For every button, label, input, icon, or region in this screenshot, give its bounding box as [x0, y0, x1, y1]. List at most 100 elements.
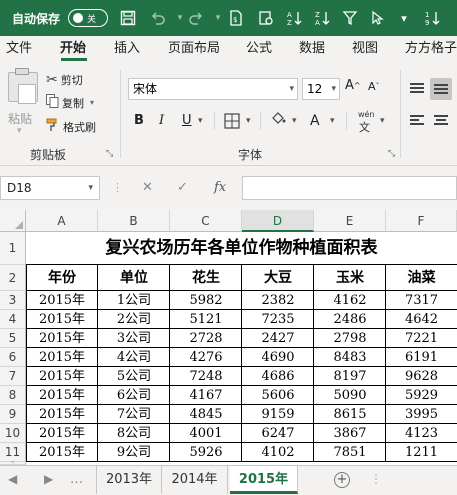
- row-header-1[interactable]: 1: [0, 232, 26, 265]
- data-cell-peanut[interactable]: 5982: [170, 291, 242, 310]
- data-cell-unit[interactable]: 8公司: [98, 424, 170, 443]
- row-header-2[interactable]: 2: [0, 265, 26, 291]
- header-cell-corn[interactable]: 玉米: [314, 265, 386, 291]
- data-cell-corn[interactable]: 8615: [314, 405, 386, 424]
- data-cell-peanut[interactable]: 2728: [170, 329, 242, 348]
- data-cell-unit[interactable]: 7公司: [98, 405, 170, 424]
- data-cell-rapeseed[interactable]: 9628: [386, 367, 457, 386]
- column-header-d[interactable]: D: [242, 210, 314, 232]
- data-cell-rapeseed[interactable]: 1211: [386, 443, 457, 462]
- enter-icon[interactable]: ✓: [177, 176, 188, 200]
- data-cell-corn[interactable]: 8197: [314, 367, 386, 386]
- tab-fangfang[interactable]: 方方格子: [405, 36, 457, 62]
- name-box[interactable]: D18 ▾: [0, 176, 100, 200]
- data-cell-peanut[interactable]: 7248: [170, 367, 242, 386]
- data-cell-soybean[interactable]: 6247: [242, 424, 314, 443]
- data-cell-peanut[interactable]: 4167: [170, 386, 242, 405]
- data-cell-soybean[interactable]: 4686: [242, 367, 314, 386]
- data-cell-rapeseed[interactable]: 5929: [386, 386, 457, 405]
- table-title[interactable]: 复兴农场历年各单位作物种植面积表: [26, 232, 457, 265]
- scroll-tabs-left-icon[interactable]: ◀: [8, 472, 17, 486]
- sheet-tab-2013[interactable]: 2013年: [96, 466, 162, 494]
- more-options-icon[interactable]: ⋮: [370, 472, 382, 486]
- cut-button[interactable]: ✂ 剪切: [46, 72, 83, 88]
- save-icon[interactable]: [116, 0, 140, 36]
- spreadsheet-grid[interactable]: A B C D E F 1 2 3 4 5 6 7 8 9 10 11 12 复…: [0, 210, 457, 465]
- data-cell-soybean[interactable]: 4690: [242, 348, 314, 367]
- filter-icon[interactable]: [338, 0, 362, 36]
- format-painter-button[interactable]: 格式刷: [46, 118, 96, 135]
- data-cell-rapeseed[interactable]: 3995: [386, 405, 457, 424]
- underline-dropdown-icon[interactable]: ▾: [198, 110, 203, 132]
- row-header-4[interactable]: 4: [0, 310, 26, 329]
- row-header-11[interactable]: 11: [0, 443, 26, 462]
- sheet-tab-2015[interactable]: 2015年: [230, 466, 298, 494]
- touch-mode-icon[interactable]: $: [224, 0, 248, 36]
- row-header-8[interactable]: 8: [0, 386, 26, 405]
- data-cell-peanut[interactable]: 4845: [170, 405, 242, 424]
- font-size-select[interactable]: 12 ▾: [302, 78, 340, 100]
- data-cell-corn[interactable]: 5090: [314, 386, 386, 405]
- increase-font-size-button[interactable]: A ^: [345, 78, 361, 93]
- more-options-icon[interactable]: ⋮: [112, 176, 123, 200]
- borders-button[interactable]: [224, 110, 240, 132]
- row-header-7[interactable]: 7: [0, 367, 26, 386]
- undo-icon[interactable]: [146, 0, 170, 36]
- phonetic-guide-button[interactable]: wén 文: [356, 110, 378, 134]
- select-all-corner[interactable]: [0, 210, 26, 232]
- row-header-10[interactable]: 10: [0, 424, 26, 443]
- tab-view[interactable]: 视图: [352, 36, 378, 62]
- column-header-e[interactable]: E: [314, 210, 386, 232]
- header-cell-unit[interactable]: 单位: [98, 265, 170, 291]
- data-cell-corn[interactable]: 3867: [314, 424, 386, 443]
- data-cell-peanut[interactable]: 5926: [170, 443, 242, 462]
- insert-function-button[interactable]: fx: [214, 176, 226, 200]
- data-cell-soybean[interactable]: 2427: [242, 329, 314, 348]
- row-header-3[interactable]: 3: [0, 291, 26, 310]
- paste-button[interactable]: 粘贴 ▾: [0, 62, 42, 136]
- row-header-5[interactable]: 5: [0, 329, 26, 348]
- tab-file[interactable]: 文件: [6, 36, 32, 62]
- data-cell-corn[interactable]: 8483: [314, 348, 386, 367]
- sheet-tab-2014[interactable]: 2014年: [162, 466, 228, 494]
- data-cell-soybean[interactable]: 9159: [242, 405, 314, 424]
- scroll-tabs-right-icon[interactable]: ▶: [44, 472, 53, 486]
- add-sheet-button[interactable]: +: [334, 472, 350, 488]
- tab-data[interactable]: 数据: [299, 36, 325, 62]
- data-cell-year[interactable]: 2015年: [26, 291, 98, 310]
- data-cell-rapeseed[interactable]: 6191: [386, 348, 457, 367]
- data-cell-year[interactable]: 2015年: [26, 424, 98, 443]
- sort-az-icon[interactable]: AZ: [282, 0, 306, 36]
- align-center-button[interactable]: [430, 110, 452, 132]
- fill-color-dropdown-icon[interactable]: ▾: [292, 110, 297, 132]
- font-color-dropdown-icon[interactable]: ▾: [330, 110, 335, 132]
- data-cell-peanut[interactable]: 5121: [170, 310, 242, 329]
- column-header-c[interactable]: C: [170, 210, 242, 232]
- data-cell-unit[interactable]: 5公司: [98, 367, 170, 386]
- phonetic-dropdown-icon[interactable]: ▾: [380, 110, 385, 132]
- cancel-icon[interactable]: ✕: [142, 176, 153, 200]
- data-cell-rapeseed[interactable]: 4123: [386, 424, 457, 443]
- align-middle-button[interactable]: [430, 78, 452, 100]
- font-color-button[interactable]: A: [310, 110, 320, 132]
- data-cell-unit[interactable]: 1公司: [98, 291, 170, 310]
- data-cell-soybean[interactable]: 4102: [242, 443, 314, 462]
- header-cell-year[interactable]: 年份: [26, 265, 98, 291]
- italic-button[interactable]: I: [159, 110, 164, 132]
- clipboard-launcher-icon[interactable]: ⤡: [106, 149, 113, 159]
- column-header-f[interactable]: F: [386, 210, 457, 232]
- data-cell-corn[interactable]: 2798: [314, 329, 386, 348]
- data-cell-year[interactable]: 2015年: [26, 443, 98, 462]
- decrease-font-size-button[interactable]: Aˇ: [368, 80, 380, 93]
- sort-za-icon[interactable]: ZA: [310, 0, 334, 36]
- tab-page-layout[interactable]: 页面布局: [168, 36, 220, 62]
- customize-toolbar-icon[interactable]: ▾: [392, 0, 416, 36]
- font-name-select[interactable]: 宋体 ▾: [128, 78, 298, 100]
- data-cell-year[interactable]: 2015年: [26, 329, 98, 348]
- data-cell-rapeseed[interactable]: 7317: [386, 291, 457, 310]
- data-cell-unit[interactable]: 4公司: [98, 348, 170, 367]
- tab-overflow-icon[interactable]: …: [70, 472, 83, 487]
- align-top-button[interactable]: [406, 78, 428, 100]
- data-cell-unit[interactable]: 2公司: [98, 310, 170, 329]
- data-cell-year[interactable]: 2015年: [26, 405, 98, 424]
